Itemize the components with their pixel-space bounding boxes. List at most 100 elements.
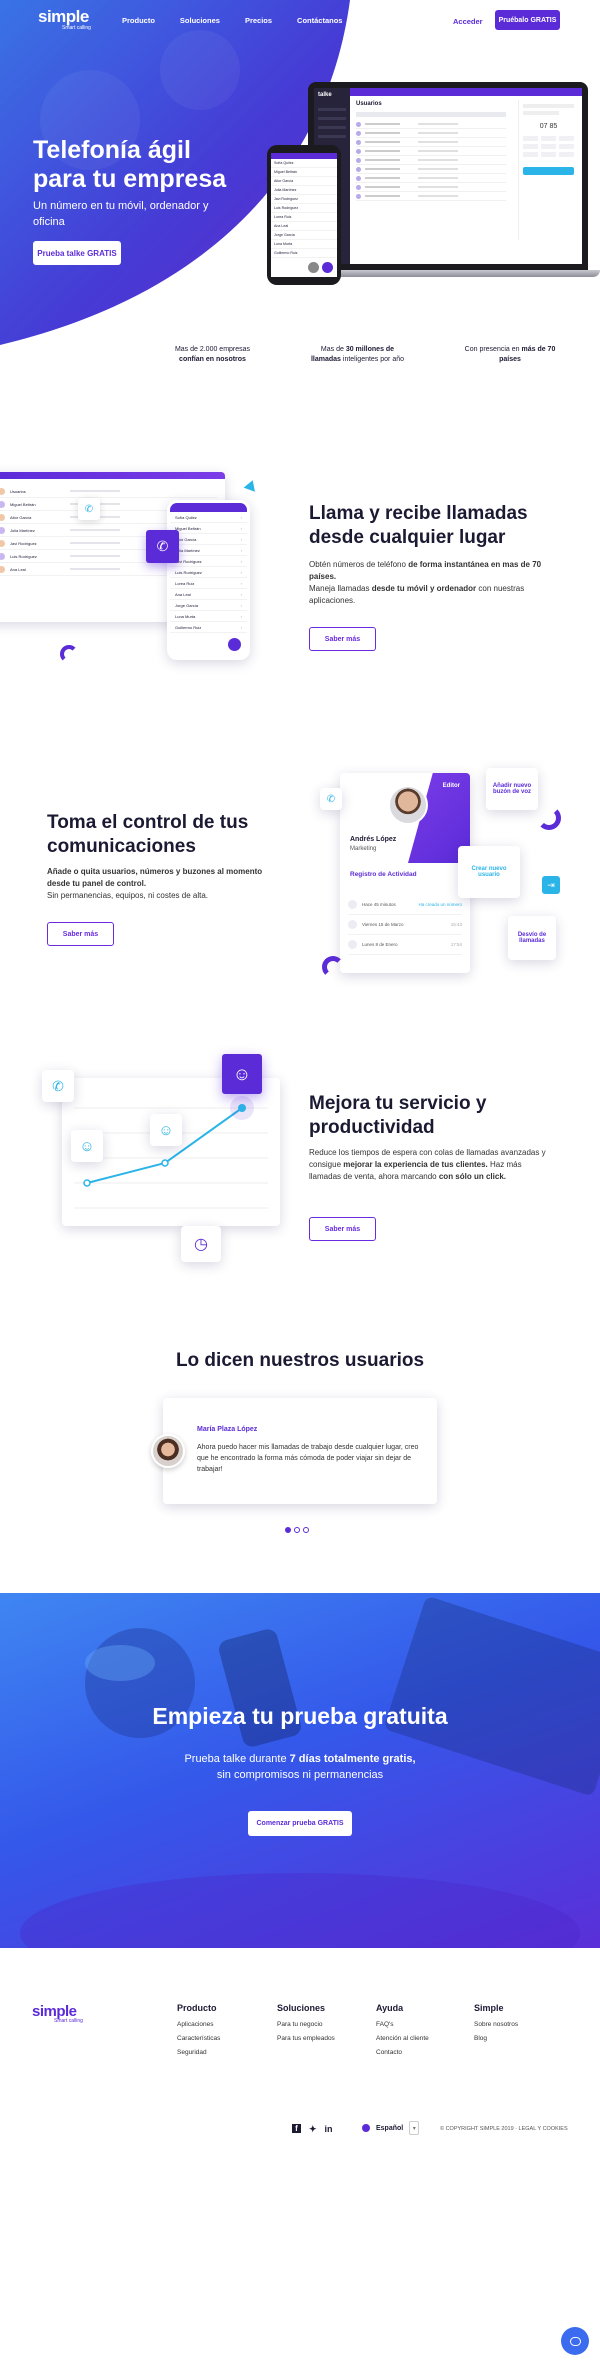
contact-name: Guillermo Ruiz bbox=[175, 624, 202, 630]
testimonial-quote: Ahora puedo hacer mis llamadas de trabaj… bbox=[197, 1444, 419, 1473]
bubble-call-forward[interactable]: Desvío de llamadas bbox=[508, 916, 556, 960]
avatar bbox=[0, 565, 5, 573]
panel-row[interactable] bbox=[356, 120, 506, 129]
stat-companies: Mas de 2.000 empresas confían en nosotros bbox=[174, 346, 251, 363]
panel-row[interactable] bbox=[356, 192, 506, 201]
carousel-dot-1[interactable] bbox=[285, 1527, 291, 1533]
trial-line1: Prueba talke durante 7 días totalmente g… bbox=[184, 1753, 416, 1765]
phone-contact[interactable]: Miguel Beltrán › bbox=[170, 523, 247, 534]
panel-row[interactable] bbox=[356, 165, 506, 174]
phone-contact[interactable]: Lorea Ruiz › bbox=[170, 578, 247, 589]
chevron-down-icon: ▾ bbox=[409, 2121, 420, 2135]
nav-item-precios[interactable]: Precios bbox=[245, 16, 272, 25]
decor-arc-3 bbox=[537, 806, 561, 830]
phone-contact[interactable]: Jorge García › bbox=[170, 600, 247, 611]
feature2-more-button[interactable]: Saber más bbox=[47, 922, 114, 946]
carousel-dot-2[interactable] bbox=[294, 1527, 300, 1533]
footer-link[interactable]: Características bbox=[177, 2035, 277, 2042]
phone-contact[interactable]: Guillermo Ruiz › bbox=[170, 622, 247, 633]
logo[interactable]: simple Smart calling bbox=[38, 7, 91, 31]
panel-row[interactable] bbox=[356, 174, 506, 183]
twitter-icon[interactable]: ✦ bbox=[309, 2124, 317, 2135]
role-badge: Editor bbox=[442, 783, 460, 789]
phone-contact[interactable]: Luna Murta bbox=[271, 240, 337, 249]
phone-contact[interactable]: Ana Leal › bbox=[170, 589, 247, 600]
panel-row[interactable] bbox=[356, 138, 506, 147]
phone-fab-2[interactable] bbox=[308, 262, 319, 273]
hero-title-line1: Telefonía ágil bbox=[33, 136, 191, 164]
panel-title: Usuarios bbox=[356, 101, 382, 107]
phone-contact[interactable]: Ana Leal bbox=[271, 222, 337, 231]
chevron-right-icon: › bbox=[240, 547, 242, 553]
contact-name: Miguel Beltrán bbox=[175, 525, 201, 531]
phone-contact[interactable]: Aitor García › bbox=[170, 534, 247, 545]
stat-calls: Mas de 30 millones de llamadas inteligen… bbox=[310, 346, 404, 363]
footer-link[interactable]: FAQ's bbox=[376, 2021, 474, 2028]
footer-link[interactable]: Atención al cliente bbox=[376, 2035, 474, 2042]
trial-cta-button[interactable]: Comenzar prueba GRATIS bbox=[248, 1811, 352, 1836]
activity-detail: 15:43 bbox=[450, 922, 462, 927]
laptop-mockup: talke Usuarios 07 85 bbox=[308, 82, 588, 270]
feature3-more-button[interactable]: Saber más bbox=[309, 1217, 376, 1241]
login-link[interactable]: Acceder bbox=[453, 17, 483, 26]
phone-contact[interactable]: Sofía Quilez › bbox=[170, 512, 247, 523]
facebook-icon[interactable]: f bbox=[292, 2124, 301, 2133]
feature1-more-button[interactable]: Saber más bbox=[309, 627, 376, 651]
phone-contact[interactable]: Javi Rodríguez › bbox=[170, 556, 247, 567]
chat-widget-button[interactable] bbox=[561, 2327, 589, 2355]
phone-contact[interactable]: Luna Murta › bbox=[170, 611, 247, 622]
footer-col-title: Soluciones bbox=[277, 2003, 326, 2013]
carousel-dots bbox=[285, 1527, 309, 1533]
phone-contact[interactable]: Sofía Quilez bbox=[271, 159, 337, 168]
phone-contact[interactable]: Luis Rodríguez › bbox=[170, 567, 247, 578]
footer-link[interactable]: Para tus empleados bbox=[277, 2035, 376, 2042]
phone-contact[interactable]: Guillermo Ruiz bbox=[271, 249, 337, 258]
language-selector[interactable]: Español ▾ bbox=[362, 2121, 420, 2135]
phone-contact[interactable]: Julia Martínez › bbox=[170, 545, 247, 556]
nav-item-soluciones[interactable]: Soluciones bbox=[180, 16, 220, 25]
carousel-dot-3[interactable] bbox=[303, 1527, 309, 1533]
user-row[interactable]: Usuarios bbox=[0, 485, 217, 498]
phone-contact[interactable]: Miguel Beltrán bbox=[271, 168, 337, 177]
panel-row[interactable] bbox=[356, 147, 506, 156]
feature3-title: Mejora tu servicio y productividad bbox=[309, 1093, 487, 1138]
phone-fab[interactable] bbox=[228, 638, 241, 651]
phone-screen: Sofía Quilez Miguel Beltrán Aitor García Ju… bbox=[271, 153, 337, 277]
decor-arc bbox=[60, 645, 78, 663]
phone-contact[interactable]: Jorge García bbox=[271, 231, 337, 240]
phone-contact[interactable]: Luis Rodríguez bbox=[271, 204, 337, 213]
linkedin-icon[interactable]: in bbox=[325, 2124, 333, 2135]
panel-table bbox=[356, 112, 506, 201]
feature1-title: Llama y recibe llamadas desde cualquier … bbox=[309, 503, 528, 548]
phone-contact[interactable]: Aitor García bbox=[271, 177, 337, 186]
hero-cta-button[interactable]: Prueba talke GRATIS bbox=[33, 241, 121, 265]
footer-link[interactable]: Contacto bbox=[376, 2049, 474, 2056]
footer-link[interactable]: Sobre nosotros bbox=[474, 2021, 554, 2028]
panel-row[interactable] bbox=[356, 156, 506, 165]
phone-contact[interactable]: Javi Rodríguez bbox=[271, 195, 337, 204]
nav-item-producto[interactable]: Producto bbox=[122, 16, 155, 25]
footer-link[interactable]: Para tu negocio bbox=[277, 2021, 376, 2028]
panel-row[interactable] bbox=[356, 183, 506, 192]
footer-link[interactable]: Blog bbox=[474, 2035, 554, 2042]
dialer-call-button[interactable] bbox=[523, 167, 574, 175]
phone-contact[interactable]: Julia Martínez bbox=[271, 186, 337, 195]
panel-row[interactable] bbox=[356, 129, 506, 138]
copyright: © COPYRIGHT SIMPLE 2019 · LEGAL Y COOKIE… bbox=[440, 2126, 568, 2132]
activity-text: Lunes 8 de Enero bbox=[362, 942, 398, 947]
footer-logo[interactable]: simple Smart calling bbox=[32, 2003, 83, 2024]
phone-contact[interactable]: Lorea Ruiz bbox=[271, 213, 337, 222]
phone-icon-tile: ✆ bbox=[320, 788, 342, 810]
chevron-right-icon: › bbox=[240, 536, 242, 542]
exit-icon-tile[interactable]: ⇥ bbox=[542, 876, 560, 894]
bubble-create-user[interactable]: Crear nuevo usuario bbox=[458, 846, 520, 898]
bubble-add-voicemail[interactable]: Añadir nuevo buzón de voz bbox=[486, 768, 538, 810]
footer-link[interactable]: Seguridad bbox=[177, 2049, 277, 2056]
header-cta-button[interactable]: Pruébalo GRATIS bbox=[495, 10, 560, 30]
footer-link[interactable]: Aplicaciones bbox=[177, 2021, 277, 2028]
nav-item-contacto[interactable]: Contáctanos bbox=[297, 16, 342, 25]
phone-fab[interactable] bbox=[322, 262, 333, 273]
phone-call-icon[interactable]: ✆ bbox=[146, 530, 179, 563]
hero-title-line2: para tu empresa bbox=[33, 165, 227, 193]
chat-icon bbox=[569, 2336, 581, 2346]
